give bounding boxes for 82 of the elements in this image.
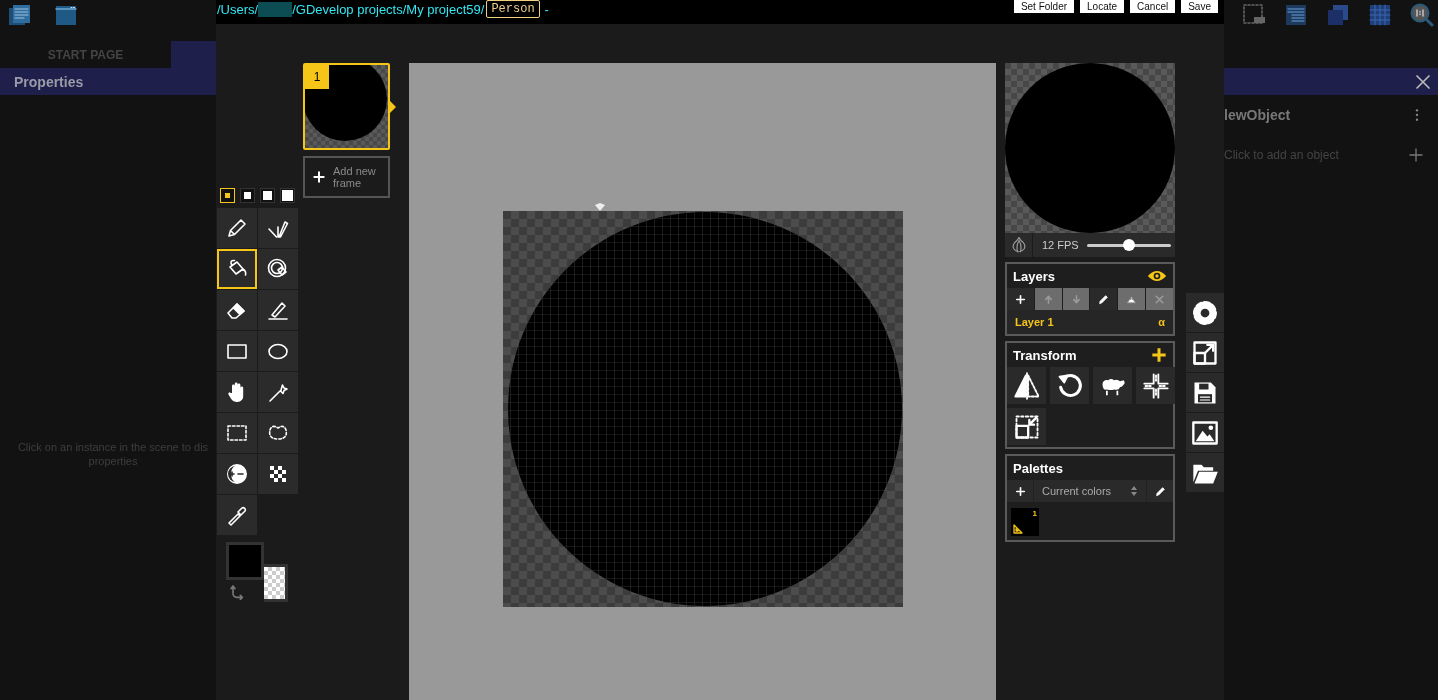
resize-icon [1191,338,1219,367]
tool-button[interactable] [258,208,298,248]
close-icon [1414,72,1432,91]
pencil-icon [1153,484,1167,498]
frame-number: 1 [305,65,329,89]
settings-icon [1191,298,1219,327]
tool-button[interactable] [258,372,298,412]
sort-arrows-icon [1130,485,1138,497]
side-tool-button[interactable] [1186,453,1224,492]
brush-size-button[interactable] [240,187,255,203]
grid-icon [1368,3,1392,27]
path-text: /GDevelop projects/My project59/ [292,1,485,17]
lighten-icon [225,462,249,486]
plus-icon[interactable] [1151,347,1167,363]
fps-label: 12 FPS [1042,239,1080,251]
tool-button[interactable] [217,454,257,494]
dialog-button[interactable]: Cancel [1130,0,1176,13]
tool-button[interactable] [217,413,257,453]
window-icon [54,3,78,27]
tool-button[interactable] [258,290,298,330]
canvas-area[interactable] [409,63,996,700]
side-tool-button[interactable] [1186,293,1224,332]
panel-title: Palettes [1013,460,1063,476]
dialog-button[interactable]: Save [1181,0,1218,13]
path-text: - [544,1,549,17]
side-tool-button[interactable] [1186,373,1224,412]
side-tool-button[interactable] [1186,413,1224,452]
transform-button[interactable] [1007,367,1046,404]
tool-button[interactable] [217,290,257,330]
layer-row[interactable]: Layer 1 α [1007,310,1173,334]
transform-button[interactable] [1050,367,1089,404]
layer-tool-button[interactable] [1090,288,1118,310]
frame-thumbnail[interactable]: 1 [303,63,390,150]
path-text: /Users/ [217,1,259,17]
plus-icon [311,169,327,185]
image-icon [1191,418,1219,447]
pencil-icon [1097,292,1111,306]
ruler-icon [1013,524,1023,534]
zoom-icon [1410,3,1434,27]
transform-button[interactable] [1007,408,1046,445]
tool-button[interactable] [217,208,257,248]
tool-button[interactable] [217,495,257,535]
cross-icon [1141,371,1170,400]
palette-select[interactable]: Current colors [1033,480,1147,502]
plus-icon [1013,484,1027,498]
brush-size-button[interactable] [260,187,275,203]
transform-button[interactable] [1093,367,1132,404]
tool-button[interactable] [217,331,257,371]
dialog-button[interactable]: Set Folder [1013,0,1075,13]
panel-title: Properties [14,73,84,90]
panel-title: Layers [1013,268,1055,284]
redacted-block [258,1,293,17]
swap-icon[interactable] [229,584,245,600]
tool-button[interactable] [258,331,298,371]
layers-icon [1326,3,1350,27]
tool-button[interactable] [217,372,257,412]
plus-icon [1408,147,1424,163]
dialog-button[interactable]: Locate [1080,0,1125,13]
transform-button[interactable] [1136,367,1175,404]
tool-button[interactable] [258,413,298,453]
eye-icon[interactable] [1147,269,1167,283]
brush-size-button[interactable] [280,187,295,203]
tool-button[interactable] [258,249,298,289]
primary-color-swatch[interactable] [226,542,264,580]
pencil-icon [225,216,249,240]
layer-tool-button[interactable] [1007,288,1034,310]
selection-icon [1242,3,1266,27]
flip-icon [1012,371,1041,400]
tool-button[interactable] [217,249,257,289]
add-frame-button[interactable]: Add new frame [303,156,390,198]
slider-thumb[interactable] [1123,238,1135,251]
plus-icon [1013,292,1027,306]
object-name[interactable]: lewObject [1224,107,1291,123]
tool-button[interactable] [258,454,298,494]
panel-title: Transform [1013,347,1077,363]
secondary-color-swatch[interactable] [264,564,288,602]
list-icon [1284,3,1308,27]
palette-color[interactable]: 1 [1011,508,1039,536]
document-icon [8,3,32,27]
name-field[interactable]: Person [486,0,541,18]
frame-pointer-icon [390,100,396,113]
side-tool-button[interactable] [1186,333,1224,372]
